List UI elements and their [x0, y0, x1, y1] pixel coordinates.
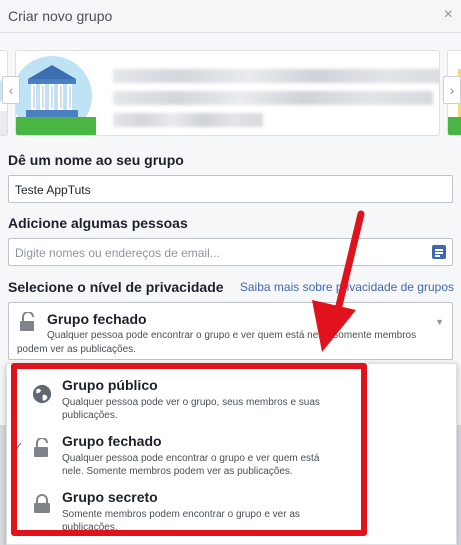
- add-people-field[interactable]: Digite nomes ou endereços de email...: [8, 238, 453, 266]
- lock-open-icon: [34, 438, 48, 457]
- government-building-icon: [16, 56, 96, 135]
- dialog-title: Criar novo grupo: [8, 8, 113, 24]
- privacy-option-closed[interactable]: ✓ Grupo fechado Qualquer pessoa pode enc…: [7, 426, 458, 482]
- privacy-selected-title: Grupo fechado: [47, 311, 147, 327]
- group-name-label: Dê um nome ao seu grupo: [8, 152, 184, 168]
- privacy-option-public[interactable]: Grupo público Qualquer pessoa pode ver o…: [7, 370, 458, 426]
- privacy-select[interactable]: Grupo fechado Qualquer pessoa pode encon…: [8, 302, 453, 360]
- globe-icon: [32, 384, 52, 404]
- carousel-card-current[interactable]: [15, 50, 440, 136]
- privacy-selected-description: Qualquer pessoa pode encontrar o grupo e…: [17, 330, 417, 355]
- add-people-label: Adicione algumas pessoas: [8, 215, 188, 231]
- privacy-option-title: Grupo público: [62, 377, 158, 393]
- lock-icon: [34, 494, 50, 513]
- carousel-prev-button[interactable]: ‹: [2, 76, 20, 104]
- checkmark-icon: ✓: [14, 441, 24, 453]
- add-people-placeholder: Digite nomes ou endereços de email...: [15, 246, 220, 260]
- group-name-value: Teste AppTuts: [15, 183, 91, 197]
- card-description-redacted: [113, 113, 263, 127]
- carousel-next-button[interactable]: ›: [443, 76, 461, 104]
- close-icon[interactable]: ×: [444, 6, 453, 24]
- dialog-header: Criar novo grupo ×: [0, 0, 461, 33]
- privacy-option-description: Qualquer pessoa pode encontrar o grupo e…: [62, 453, 320, 477]
- privacy-option-description: Somente membros podem encontrar o grupo …: [62, 509, 300, 533]
- privacy-option-title: Grupo fechado: [62, 433, 162, 449]
- privacy-label: Selecione o nível de privacidade: [8, 279, 224, 295]
- chevron-down-icon: ▼: [435, 317, 444, 327]
- privacy-option-secret[interactable]: Grupo secreto Somente membros podem enco…: [7, 482, 458, 538]
- card-description-redacted: [113, 91, 433, 105]
- group-name-field[interactable]: Teste AppTuts: [8, 175, 453, 203]
- privacy-dropdown-menu: Grupo público Qualquer pessoa pode ver o…: [6, 363, 457, 545]
- privacy-option-description: Qualquer pessoa pode ver o grupo, seus m…: [62, 397, 320, 421]
- privacy-option-title: Grupo secreto: [62, 489, 158, 505]
- privacy-learn-more-link[interactable]: Saiba mais sobre privacidade de grupos: [240, 280, 454, 294]
- group-type-carousel: ‹ ›: [0, 44, 461, 140]
- card-title-redacted: [113, 69, 439, 83]
- address-book-icon[interactable]: [432, 245, 446, 259]
